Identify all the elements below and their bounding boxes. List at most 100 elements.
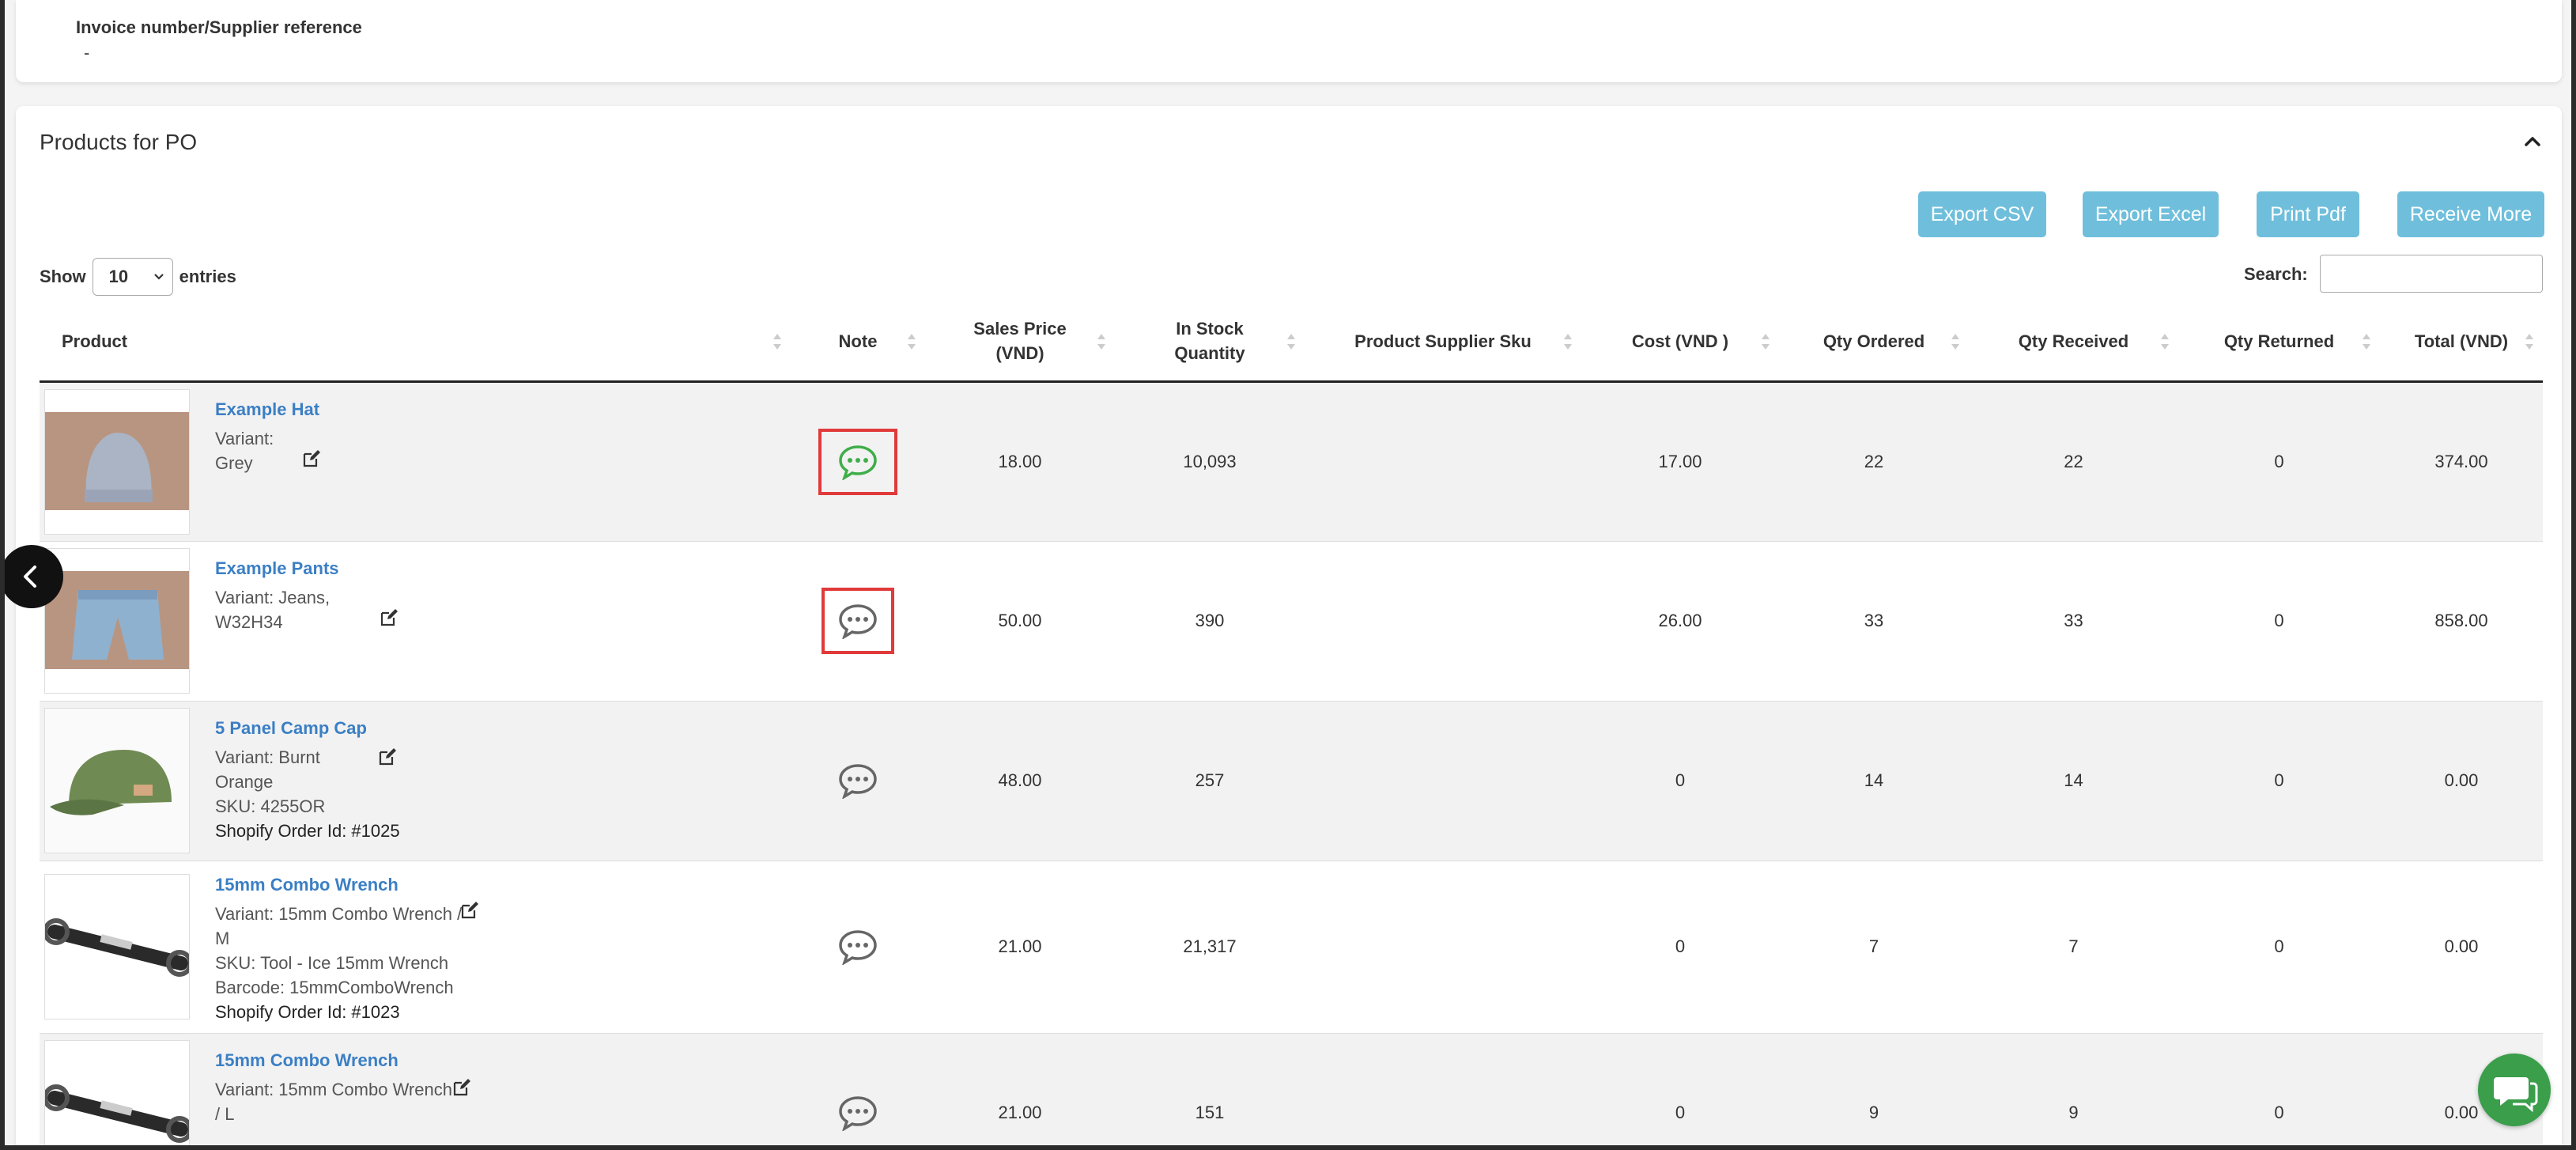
product-link[interactable]: 15mm Combo Wrench [215, 1048, 452, 1072]
table-row: 5 Panel Camp Cap Variant: Burnt Orange S… [40, 701, 2543, 861]
supplier-sku-cell [1305, 541, 1581, 701]
sort-icon [1564, 334, 1572, 350]
cost-cell: 26.00 [1658, 611, 1702, 630]
show-label: Show [40, 267, 86, 286]
sku-text: SKU: 4255OR [215, 796, 326, 816]
sort-icon [908, 334, 916, 350]
note-icon[interactable] [838, 929, 878, 965]
invoice-value: - [84, 43, 90, 62]
product-link[interactable]: Example Hat [215, 397, 319, 422]
variant-text: Variant: 15mm Combo Wrench [215, 1079, 452, 1099]
in-stock-cell: 257 [1195, 770, 1225, 790]
edit-icon[interactable] [302, 449, 321, 468]
total-cell: 858.00 [2434, 611, 2488, 630]
qty-returned-cell: 0 [2274, 1103, 2284, 1122]
column-header-qty-ordered[interactable]: Qty Ordered [1779, 304, 1969, 383]
variant-text: W32H34 [215, 611, 283, 632]
sales-price-cell: 18.00 [998, 451, 1042, 471]
variant-text: Variant: [215, 428, 274, 448]
print-pdf-button[interactable]: Print Pdf [2257, 191, 2359, 237]
qty-ordered-cell: 22 [1864, 451, 1884, 471]
note-icon[interactable] [838, 1095, 878, 1131]
note-cell [791, 381, 925, 541]
sort-icon [2363, 334, 2370, 350]
entries-select[interactable]: 10 [92, 258, 173, 296]
column-header-in-stock[interactable]: In Stock Quantity [1115, 304, 1305, 383]
receive-more-button[interactable]: Receive More [2397, 191, 2544, 237]
edit-icon[interactable] [460, 901, 479, 920]
product-info: 5 Panel Camp Cap Variant: Burnt Orange S… [215, 716, 400, 843]
variant-text: M [215, 928, 230, 948]
chevron-left-icon [24, 566, 36, 588]
export-excel-button[interactable]: Export Excel [2083, 191, 2219, 237]
column-header-cost[interactable]: Cost (VND ) [1581, 304, 1779, 383]
search-input[interactable] [2320, 255, 2543, 293]
qty-returned-cell: 0 [2274, 451, 2284, 471]
qty-returned-cell: 0 [2274, 936, 2284, 956]
sku-text: SKU: Tool - Ice 15mm Wrench [215, 952, 449, 973]
edit-icon[interactable] [380, 608, 398, 627]
card-title: Products for PO [40, 130, 198, 154]
product-image-hat [44, 388, 190, 535]
edit-icon[interactable] [378, 747, 397, 766]
in-stock-cell: 390 [1195, 611, 1225, 630]
column-header-sales-price[interactable]: Sales Price (VND) [925, 304, 1115, 383]
cost-cell: 0 [1675, 770, 1686, 790]
variant-text: Variant: Jeans, [215, 587, 330, 607]
in-stock-cell: 151 [1195, 1103, 1225, 1122]
qty-received-cell: 22 [2064, 451, 2083, 471]
product-info: Example Pants Variant: Jeans, W32H34 [215, 556, 339, 634]
note-highlight [818, 428, 897, 495]
column-header-qty-returned[interactable]: Qty Returned [2178, 304, 2380, 383]
variant-text: / L [215, 1103, 235, 1124]
cost-cell: 0 [1675, 1103, 1686, 1122]
column-header-qty-received[interactable]: Qty Received [1969, 304, 2178, 383]
table-row: 15mm Combo Wrench Variant: 15mm Combo Wr… [40, 1033, 2543, 1145]
cost-cell: 0 [1675, 936, 1686, 956]
qty-ordered-cell: 14 [1864, 770, 1884, 790]
sales-price-cell: 21.00 [998, 1103, 1042, 1122]
products-card: Products for PO Export CSV Export Excel … [16, 106, 2562, 1145]
sidebar-toggle-button[interactable] [5, 545, 63, 608]
product-link[interactable]: 5 Panel Camp Cap [215, 716, 400, 740]
qty-received-cell: 7 [2068, 936, 2079, 956]
qty-received-cell: 9 [2068, 1103, 2079, 1122]
qty-ordered-cell: 33 [1864, 611, 1884, 630]
product-link[interactable]: Example Pants [215, 556, 339, 581]
live-chat-button[interactable] [2478, 1054, 2551, 1126]
product-cell: 15mm Combo Wrench Variant: 15mm Combo Wr… [40, 861, 791, 1033]
variant-text: Orange [215, 771, 274, 792]
entries-label: entries [179, 267, 236, 286]
note-cell [791, 861, 925, 1033]
entries-length-control: Show 10 entries [40, 258, 236, 296]
note-cell [791, 1033, 925, 1145]
product-cell: Example Hat Variant: Grey [40, 381, 791, 541]
total-cell: 0.00 [2444, 770, 2479, 790]
column-header-total[interactable]: Total (VND) [2380, 304, 2543, 383]
qty-returned-cell: 0 [2274, 770, 2284, 790]
product-link[interactable]: 15mm Combo Wrench [215, 872, 462, 897]
chat-icon [2494, 1077, 2538, 1113]
sales-price-cell: 50.00 [998, 611, 1042, 630]
column-header-supplier-sku[interactable]: Product Supplier Sku [1305, 304, 1581, 383]
note-icon[interactable] [838, 444, 878, 480]
product-info: 15mm Combo Wrench Variant: 15mm Combo Wr… [215, 1048, 452, 1126]
note-icon[interactable] [838, 603, 878, 639]
shopify-order-id: Shopify Order Id: #1025 [215, 820, 400, 841]
sort-icon [773, 334, 781, 350]
products-table: Product Note Sales Price (VND) In Stock Qu… [40, 304, 2543, 1145]
product-cell: 5 Panel Camp Cap Variant: Burnt Orange S… [40, 701, 791, 861]
product-image-pants [44, 547, 190, 694]
column-header-product[interactable]: Product [40, 304, 791, 383]
export-csv-button[interactable]: Export CSV [1918, 191, 2046, 237]
variant-text: Variant: Burnt [215, 747, 320, 767]
total-cell: 0.00 [2444, 936, 2479, 956]
supplier-sku-cell [1305, 701, 1581, 861]
note-cell [791, 541, 925, 701]
column-header-note[interactable]: Note [791, 304, 925, 383]
edit-icon[interactable] [452, 1078, 471, 1097]
note-icon[interactable] [838, 762, 878, 799]
supplier-sku-cell [1305, 861, 1581, 1033]
chevron-up-icon[interactable] [2521, 130, 2544, 153]
sort-icon [1097, 334, 1105, 350]
